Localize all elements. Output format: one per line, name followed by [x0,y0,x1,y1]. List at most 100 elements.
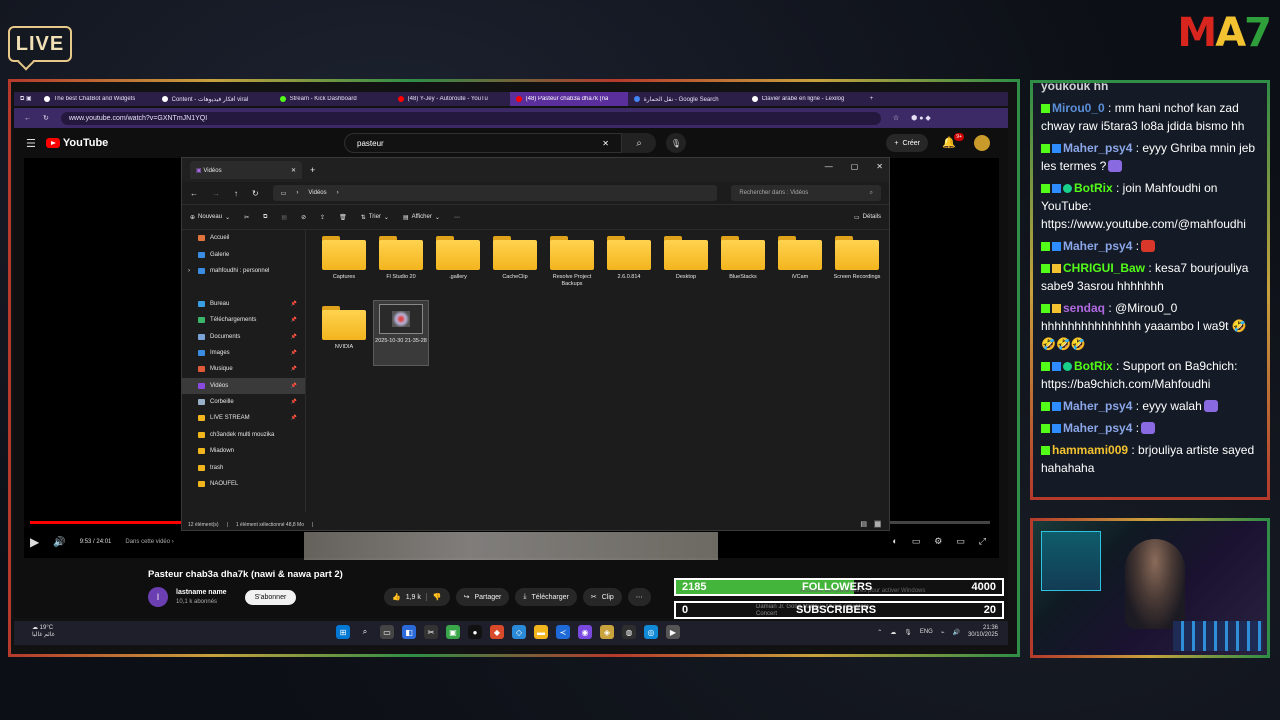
menu-icon[interactable]: ☰ [26,137,36,150]
mic-icon[interactable]: 🎙 [904,629,912,636]
network-icon[interactable]: ⌁ [941,629,945,636]
like-button[interactable]: 👍 1,9 k 👎 [384,588,450,606]
edge-icon[interactable]: ◎ [644,625,658,639]
share-icon[interactable]: ⇪ [320,214,325,221]
grid-view-icon[interactable]: ▦ [874,520,881,528]
chat-username[interactable]: BotRix [1074,181,1113,195]
sidebar-item[interactable]: Galerie [182,246,305,262]
task-view-icon[interactable]: ▭ [380,625,394,639]
new-tab-button[interactable]: + [864,92,880,106]
new-button[interactable]: ⊕ Nouveau ⌄ [190,214,230,221]
tray-expand-icon[interactable]: ⌃ [877,629,882,636]
file-explorer-icon[interactable]: ▬ [534,625,548,639]
explorer-search-input[interactable]: Rechercher dans : Vidéos ⌕ [731,185,881,201]
bookmark-star-icon[interactable]: ☆ [893,114,899,122]
delete-icon[interactable]: 🗑 [339,214,347,221]
clip-button[interactable]: ✂ Clip [582,588,622,606]
folder-item[interactable]: Captures [316,236,372,281]
tab-actions-icon[interactable]: ⧉ ▣ [14,92,38,106]
download-button[interactable]: ⤓ Télécharger [515,588,577,606]
sidebar-item[interactable]: Bureau 📌 [182,296,305,312]
folder-item[interactable]: iVCam [772,236,828,281]
sidebar-item[interactable]: Accueil [182,230,305,246]
chat-username[interactable]: Mirou0_0 [1052,101,1105,115]
thumbs-down-icon[interactable]: 👎 [425,593,442,601]
folder-item[interactable]: Desktop [658,236,714,281]
more-icon[interactable]: ⋯ [454,214,460,221]
create-button[interactable]: + Créer [886,134,928,152]
volume-icon[interactable]: 🔊 [952,629,959,636]
widgets-icon[interactable]: ◧ [402,625,416,639]
sidebar-item[interactable]: LIVE STREAM 📌 [182,410,305,426]
chat-username[interactable]: sendaq [1063,301,1105,315]
close-icon[interactable]: ✕ [876,162,883,171]
sidebar-item[interactable]: Musique 📌 [182,361,305,377]
language-indicator[interactable]: ENG [920,629,933,635]
sidebar-item[interactable]: trash [182,459,305,475]
youtube-logo[interactable]: YouTube [45,137,108,149]
browser-tab[interactable]: (48) Pasteur chab3a dha7k (na [509,92,628,106]
app-gold-icon[interactable]: ◈ [600,625,614,639]
search-input[interactable]: pasteur ✕ [344,133,622,153]
app-black-icon[interactable]: ● [468,625,482,639]
chapter-label[interactable]: Dans cette vidéo › [125,539,173,545]
forward-icon[interactable]: → [212,189,220,198]
minimize-icon[interactable]: — [825,162,833,171]
autoplay-toggle[interactable]: ◐ [892,536,897,547]
obs-icon[interactable]: ◉ [578,625,592,639]
folder-item[interactable]: Fl Studio 20 [373,236,429,281]
reload-icon[interactable]: ↻ [43,114,49,122]
folder-item[interactable]: .gallery [430,236,486,281]
settings-icon[interactable]: ⚙ [934,536,942,547]
details-button[interactable]: ▭ Détails [854,214,881,221]
chat-username[interactable]: youkouk hh [1041,83,1108,93]
start-icon[interactable]: ⊞ [336,625,350,639]
back-icon[interactable]: ← [190,189,198,198]
chat-username[interactable]: Maher_psy4 [1063,399,1132,413]
sidebar-item[interactable]: › mahfoudhi : personnel [182,263,305,279]
clock[interactable]: 21:36 30/10/2025 [968,625,998,639]
sidebar-item[interactable]: Téléchargements 📌 [182,312,305,328]
folder-item[interactable]: NVIDIA [316,306,372,351]
subtitles-icon[interactable]: ▭ [912,536,921,547]
folder-item[interactable]: 2.6.0.814 [601,236,657,281]
folder-item[interactable]: CacheClip [487,236,543,281]
folder-item[interactable]: Screen Recordings [829,236,885,281]
sidebar-item[interactable]: Corbeille 📌 [182,394,305,410]
search-button[interactable]: ⌕ [622,133,656,153]
explorer-tab[interactable]: ▣ Vidéos ✕ [190,161,302,179]
back-icon[interactable]: ← [24,115,31,122]
rename-icon[interactable]: ⊘ [301,214,306,221]
sidebar-item[interactable]: Documents 📌 [182,328,305,344]
breadcrumb-videos[interactable]: Vidéos [308,190,326,196]
media-player-icon[interactable]: ▶ [666,625,680,639]
up-icon[interactable]: ↑ [234,189,238,198]
theater-icon[interactable]: ▭ [956,536,965,547]
onedrive-icon[interactable]: ☁ [890,629,896,636]
sidebar-item[interactable]: Images 📌 [182,345,305,361]
more-actions-button[interactable]: ⋯ [627,588,651,606]
channel-name[interactable]: lastname name [176,588,227,597]
video-file-item[interactable]: 2025-10-30 21-35-28 [373,300,429,366]
browser-tab[interactable]: نقل الحمارة - Google Search [628,92,746,106]
vscode-icon[interactable]: ≺ [556,625,570,639]
browser-tab[interactable]: (48) Y-Jey - Autoroute - YouTu [392,92,510,106]
cut-icon[interactable]: ✂ [244,214,249,221]
play-icon[interactable]: ▶ [30,535,39,549]
list-view-icon[interactable]: ▤ [860,520,867,528]
clear-search-icon[interactable]: ✕ [602,139,609,148]
maximize-icon[interactable]: ▢ [851,162,859,171]
sidebar-item[interactable]: Vidéos 📌 [182,377,305,394]
expand-chevron-icon[interactable]: › [188,268,190,274]
fullscreen-icon[interactable]: ⤢ [979,536,986,547]
chrome-icon[interactable]: ◍ [622,625,636,639]
subscribe-button[interactable]: S'abonner [244,589,297,605]
close-tab-icon[interactable]: ✕ [291,167,296,174]
chat-username[interactable]: Maher_psy4 [1063,239,1132,253]
share-button[interactable]: ↪ Partager [455,588,510,606]
browser-tab[interactable]: Clavier arabe en ligne - Lexilog [746,92,864,106]
capcut-icon[interactable]: ✂ [424,625,438,639]
browser-tab[interactable]: Content - أفكار فيديوهات viral [156,92,274,106]
browser-tab[interactable]: Stream - Kick Dashboard [274,92,392,106]
channel-avatar[interactable]: l [148,587,168,607]
